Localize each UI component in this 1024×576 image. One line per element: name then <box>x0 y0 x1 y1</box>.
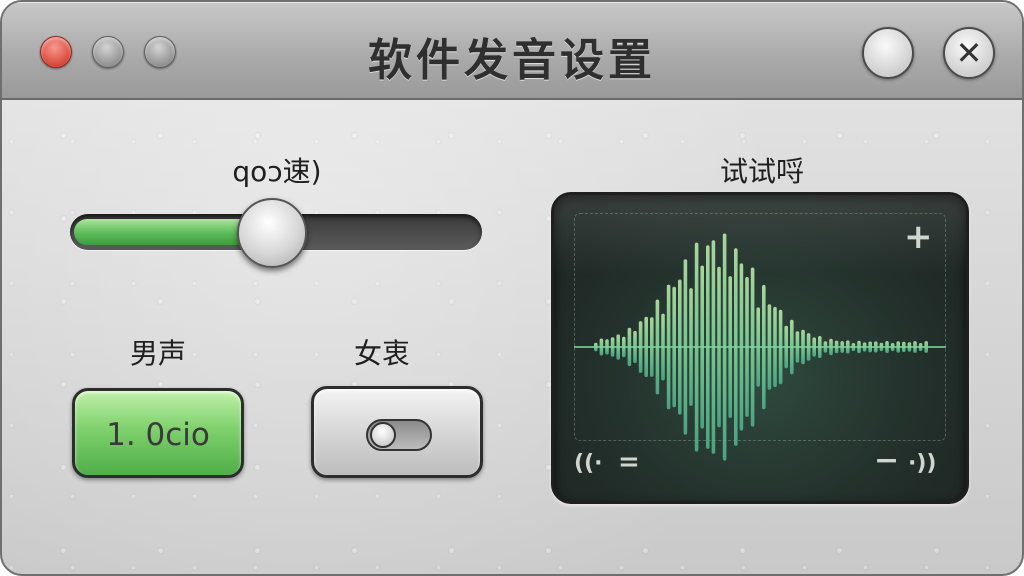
male-voice-button-value: 1. 0cio <box>106 417 210 453</box>
waveform-bar <box>784 325 788 369</box>
waveform-bar <box>767 304 772 390</box>
waveform-bar <box>672 286 676 408</box>
waveform-bar <box>868 341 872 353</box>
waveform-bar <box>638 321 643 373</box>
waveform-bar <box>818 336 822 359</box>
waveform-bar <box>633 330 637 364</box>
waveform-bar <box>829 338 833 356</box>
waveform-bar <box>655 299 660 395</box>
waveform-bar <box>750 267 755 427</box>
waveform-bar <box>599 338 604 356</box>
waveform-bar <box>896 341 900 353</box>
waveform-bar <box>678 279 682 415</box>
waveform-bar <box>610 337 615 357</box>
minus-icon[interactable]: − <box>874 443 899 478</box>
equal-icon[interactable]: = <box>618 447 640 477</box>
waveform-bar <box>644 316 648 378</box>
waveform-bar <box>605 339 609 355</box>
waveform-bar <box>840 341 844 353</box>
waveform-bar <box>728 276 732 418</box>
waveform-bar <box>812 337 816 357</box>
waveform-bar <box>683 259 688 435</box>
waveform-bar <box>773 306 777 388</box>
waveform-bar <box>885 341 889 353</box>
preview-label: 试试哷 <box>719 155 804 188</box>
male-voice-button[interactable]: 1. 0cio <box>72 388 244 478</box>
minimize-button[interactable] <box>862 27 914 79</box>
waveform-bar <box>806 333 811 361</box>
waveform-bar <box>834 340 839 354</box>
toggle-knob <box>370 422 396 448</box>
waveform-bar <box>622 336 626 358</box>
waveform-bar <box>902 341 906 353</box>
title-bar[interactable]: 软件发音设置 ✕ <box>2 2 1022 100</box>
waveform-bar <box>851 343 856 351</box>
speaker-left-icon: ((· <box>574 451 603 476</box>
waveform-bar <box>711 240 716 454</box>
female-voice-label: 女衷 <box>353 337 410 370</box>
waveform-bar <box>801 329 805 365</box>
waveform-bar <box>879 342 884 352</box>
waveform-bar <box>594 342 598 352</box>
waveform-bar <box>661 313 665 381</box>
waveform-bar <box>778 309 783 385</box>
waveform-bar <box>823 341 828 353</box>
waveform-bar <box>745 277 749 417</box>
close-button[interactable]: ✕ <box>943 27 995 79</box>
waveform-bar <box>722 233 727 461</box>
female-voice-button[interactable] <box>311 386 483 478</box>
waveform-bar <box>913 341 917 353</box>
waveform-bar <box>874 341 878 353</box>
waveform-bar <box>924 341 928 353</box>
preview-waveform-panel[interactable]: + ((· = − ·)) <box>551 192 969 504</box>
waveform-bar <box>717 266 721 428</box>
settings-window: 软件发音设置 ✕ qoɔ速) 男声 女衷 1. 0cio 试试哷 + ((· =… <box>0 0 1024 576</box>
waveform-bar <box>706 245 710 449</box>
plus-icon[interactable]: + <box>904 217 933 257</box>
waveform-bar <box>862 342 867 352</box>
waveform-bar <box>734 248 738 446</box>
waveform-bar <box>795 331 800 363</box>
waveform-bar <box>694 242 699 452</box>
waveform-bar <box>739 263 744 431</box>
waveform-bar <box>762 284 766 410</box>
female-voice-toggle[interactable] <box>366 419 432 451</box>
waveform-bar <box>846 340 850 354</box>
close-icon: ✕ <box>955 34 983 72</box>
waveform-bar <box>890 343 895 351</box>
waveform-bar <box>907 342 912 352</box>
waveform-bar <box>857 340 861 354</box>
waveform-bar <box>790 319 794 375</box>
waveform-bar <box>700 265 704 429</box>
male-voice-label: 男声 <box>129 337 186 370</box>
waveform-bar <box>666 284 671 410</box>
waveform-bar <box>650 317 654 377</box>
speed-label: qoɔ速) <box>232 155 322 188</box>
waveform-bar <box>756 307 760 387</box>
waveform-bar <box>918 343 923 351</box>
waveform-bar <box>627 327 632 367</box>
speed-slider-thumb[interactable] <box>237 198 307 268</box>
speaker-right-icon: ·)) <box>908 451 937 476</box>
waveform-bar <box>689 288 693 406</box>
waveform-bar <box>616 334 620 360</box>
